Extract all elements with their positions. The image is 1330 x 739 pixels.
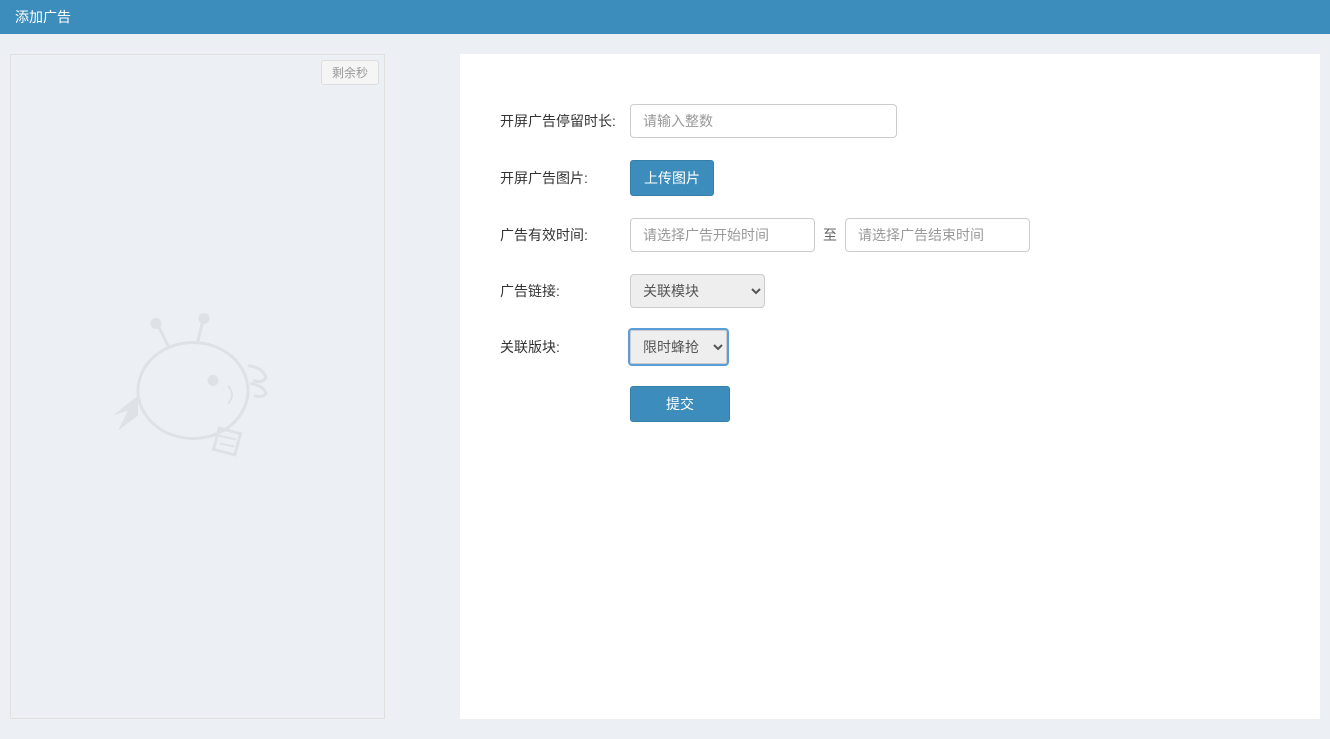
bee-logo-icon [108, 295, 288, 478]
form-row-link: 广告链接: 关联模块 [500, 274, 1280, 308]
date-separator: 至 [823, 225, 837, 245]
form-row-submit: . 提交 [500, 386, 1280, 422]
content-area: 剩余秒 开屏广告停留时长: [0, 34, 1330, 739]
countdown-badge: 剩余秒 [321, 60, 379, 85]
start-time-input[interactable] [630, 218, 815, 252]
form-row-duration: 开屏广告停留时长: [500, 104, 1280, 138]
page-header: 添加广告 [0, 0, 1330, 34]
ad-preview-panel: 剩余秒 [10, 54, 385, 719]
form-panel: 开屏广告停留时长: 开屏广告图片: 上传图片 广告有效时间: 至 广告链接: 关… [460, 54, 1320, 719]
form-row-valid-time: 广告有效时间: 至 [500, 218, 1280, 252]
upload-image-button[interactable]: 上传图片 [630, 160, 714, 196]
valid-time-label: 广告有效时间: [500, 225, 630, 245]
end-time-input[interactable] [845, 218, 1030, 252]
duration-input[interactable] [630, 104, 897, 138]
section-select[interactable]: 限时蜂抢 [630, 330, 727, 364]
form-row-image: 开屏广告图片: 上传图片 [500, 160, 1280, 196]
image-label: 开屏广告图片: [500, 168, 630, 188]
duration-label: 开屏广告停留时长: [500, 111, 630, 131]
link-label: 广告链接: [500, 281, 630, 301]
link-module-select[interactable]: 关联模块 [630, 274, 765, 308]
submit-button[interactable]: 提交 [630, 386, 730, 422]
section-label: 关联版块: [500, 337, 630, 357]
page-title: 添加广告 [15, 9, 71, 25]
form-row-section: 关联版块: 限时蜂抢 [500, 330, 1280, 364]
